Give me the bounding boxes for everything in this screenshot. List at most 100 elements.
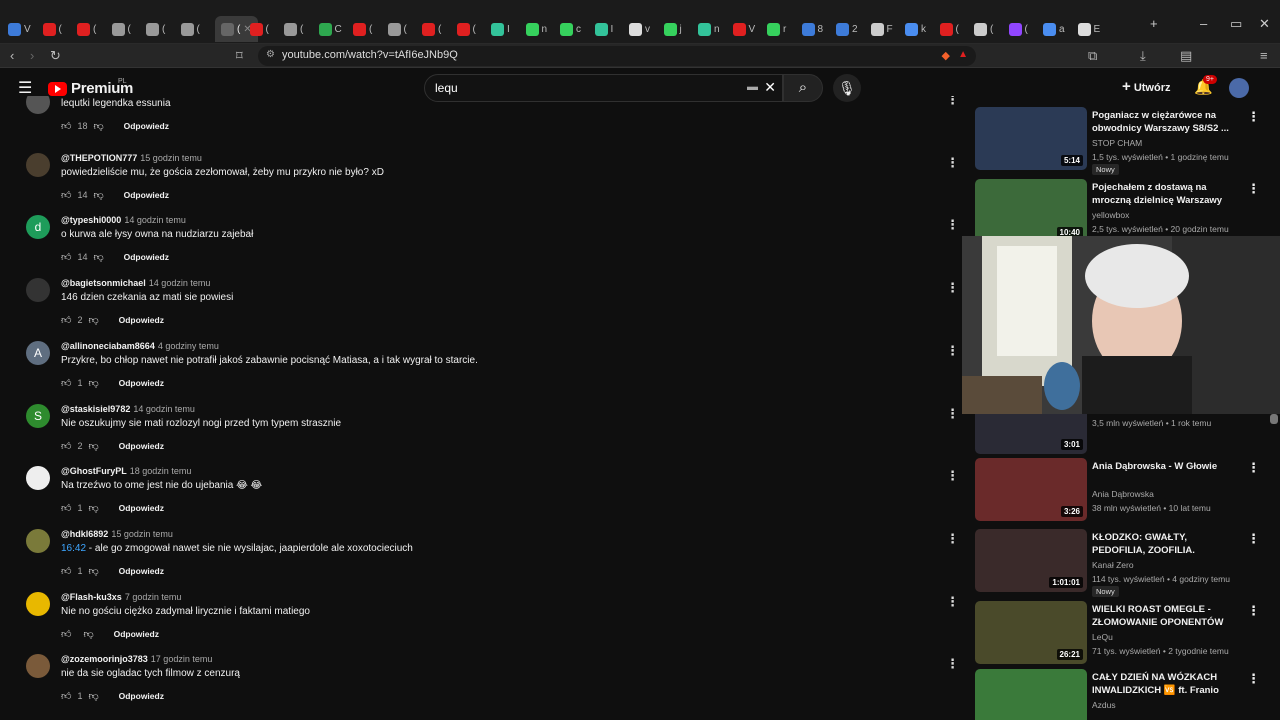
- recommended-video[interactable]: CAŁY DZIEŃ NA WÓZKACH INWALIDZKICH 🆚 ft.…: [975, 669, 1275, 720]
- comment-menu-icon[interactable]: ⋮: [946, 343, 959, 359]
- commenter-avatar[interactable]: [26, 96, 50, 114]
- new-tab-icon[interactable]: +: [1150, 16, 1158, 31]
- like-icon[interactable]: 👍︎: [61, 440, 71, 452]
- comment-menu-icon[interactable]: ⋮: [946, 96, 959, 108]
- video-thumbnail[interactable]: 1:01:01: [975, 529, 1087, 592]
- rewards-icon[interactable]: ▲: [958, 49, 968, 60]
- video-title[interactable]: KŁODZKO: GWAŁTY, PEDOFILIA, ZOOFILIA. WS…: [1092, 531, 1232, 559]
- browser-tab[interactable]: (: [422, 16, 441, 42]
- browser-tab[interactable]: F: [870, 16, 893, 42]
- comment-time[interactable]: 14 godzin temu: [133, 404, 195, 414]
- browser-tab[interactable]: V: [732, 16, 755, 42]
- dislike-icon[interactable]: 👎︎: [83, 628, 93, 640]
- sidebar-scrollbar[interactable]: [1270, 414, 1278, 424]
- browser-tab[interactable]: k: [905, 16, 926, 42]
- reply-button[interactable]: Odpowiedz: [119, 691, 164, 701]
- dislike-icon[interactable]: 👎︎: [88, 440, 98, 452]
- channel-name[interactable]: LeQu: [1092, 632, 1113, 642]
- comment-menu-icon[interactable]: ⋮: [946, 155, 959, 171]
- browser-tab[interactable]: 2: [836, 16, 858, 42]
- commenter-avatar[interactable]: d: [26, 215, 50, 240]
- like-icon[interactable]: 👍︎: [61, 120, 71, 132]
- comment-author[interactable]: @Flash-ku3xs: [61, 592, 122, 602]
- browser-tab[interactable]: I: [491, 16, 510, 42]
- minimize-icon[interactable]: –: [1200, 16, 1207, 31]
- comment-author[interactable]: @hdkl6892: [61, 529, 108, 539]
- comment-time[interactable]: 14 godzin temu: [149, 278, 211, 288]
- like-icon[interactable]: 👍︎: [61, 377, 71, 389]
- comment-menu-icon[interactable]: ⋮: [946, 406, 959, 422]
- browser-tab[interactable]: E: [1077, 16, 1100, 42]
- commenter-avatar[interactable]: [26, 152, 50, 177]
- reply-button[interactable]: Odpowiedz: [124, 190, 169, 200]
- commenter-avatar[interactable]: [26, 466, 50, 491]
- video-title[interactable]: Poganiacz w ciężarówce na obwodnicy Wars…: [1092, 109, 1232, 135]
- like-icon[interactable]: 👍︎: [61, 628, 71, 640]
- video-menu-icon[interactable]: ⋮: [1247, 603, 1260, 619]
- commenter-avatar[interactable]: [26, 278, 50, 303]
- video-menu-icon[interactable]: ⋮: [1247, 531, 1260, 547]
- downloads-icon[interactable]: ⤓: [1140, 48, 1146, 64]
- browser-tab[interactable]: C: [318, 16, 342, 42]
- comment-time[interactable]: 17 godzin temu: [151, 654, 213, 664]
- hamburger-menu-icon[interactable]: ☰: [18, 78, 32, 98]
- dislike-icon[interactable]: 👎︎: [93, 120, 103, 132]
- comment-author[interactable]: @bagietsonmichael: [61, 278, 146, 288]
- notifications-button[interactable]: 🔔 9+: [1194, 75, 1217, 96]
- like-icon[interactable]: 👍︎: [61, 502, 71, 514]
- browser-tab[interactable]: (: [284, 16, 303, 42]
- dislike-icon[interactable]: 👎︎: [88, 502, 98, 514]
- url-field[interactable]: ⚙ youtube.com/watch?v=tAfI6eJNb9Q ◆ ▲: [258, 46, 976, 66]
- comment-time[interactable]: 18 godzin temu: [130, 466, 192, 476]
- browser-tab[interactable]: c: [560, 16, 581, 42]
- back-icon[interactable]: ‹: [10, 48, 14, 63]
- browser-tab[interactable]: (: [146, 16, 165, 42]
- video-title[interactable]: CAŁY DZIEŃ NA WÓZKACH INWALIDZKICH 🆚 ft.…: [1092, 671, 1232, 697]
- browser-tab[interactable]: (: [111, 16, 131, 42]
- comment-author[interactable]: @typeshi0000: [61, 215, 121, 225]
- commenter-avatar[interactable]: A: [26, 340, 50, 365]
- video-menu-icon[interactable]: ⋮: [1247, 460, 1260, 476]
- comment-time[interactable]: 4 godziny temu: [158, 341, 219, 351]
- comment-menu-icon[interactable]: ⋮: [946, 531, 959, 547]
- commenter-avatar[interactable]: S: [26, 403, 50, 428]
- video-title[interactable]: Pojechałem z dostawą na mroczną dzielnic…: [1092, 181, 1232, 207]
- browser-tab[interactable]: V: [8, 16, 31, 42]
- browser-tab[interactable]: (: [249, 16, 269, 42]
- channel-name[interactable]: yellowbox: [1092, 210, 1129, 220]
- browser-tab[interactable]: I: [594, 16, 613, 42]
- comment-menu-icon[interactable]: ⋮: [946, 280, 959, 296]
- channel-name[interactable]: Kanał Zero: [1092, 560, 1134, 570]
- bookmark-icon[interactable]: ⌑: [236, 48, 243, 64]
- comment-time[interactable]: 7 godzin temu: [125, 592, 182, 602]
- browser-tab[interactable]: n: [525, 16, 547, 42]
- comment-author[interactable]: @staskisiel9782: [61, 404, 130, 414]
- browser-tab[interactable]: (: [1008, 16, 1028, 42]
- recommended-video[interactable]: 1:01:01 KŁODZKO: GWAŁTY, PEDOFILIA, ZOOFI…: [975, 529, 1275, 597]
- clear-search-icon[interactable]: ✕: [764, 79, 776, 96]
- sidebar-icon[interactable]: ▤: [1180, 48, 1192, 64]
- comment-time[interactable]: 14 godzin temu: [124, 215, 186, 225]
- comment-menu-icon[interactable]: ⋮: [946, 468, 959, 484]
- comment-menu-icon[interactable]: ⋮: [946, 217, 959, 233]
- like-icon[interactable]: 👍︎: [61, 565, 71, 577]
- video-menu-icon[interactable]: ⋮: [1247, 671, 1260, 687]
- brave-shield-icon[interactable]: ◆: [942, 49, 950, 62]
- close-window-icon[interactable]: ✕: [1259, 16, 1270, 32]
- video-thumbnail[interactable]: 3:26: [975, 458, 1087, 521]
- forward-icon[interactable]: ›: [30, 48, 34, 63]
- comment-time[interactable]: 15 godzin temu: [111, 529, 173, 539]
- like-icon[interactable]: 👍︎: [61, 690, 71, 702]
- comment-author[interactable]: @GhostFuryPL: [61, 466, 127, 476]
- site-info-icon[interactable]: ⚙: [266, 49, 275, 60]
- browser-tab[interactable]: j: [663, 16, 682, 42]
- reply-button[interactable]: Odpowiedz: [124, 121, 169, 131]
- menu-icon[interactable]: ≡: [1260, 48, 1268, 63]
- dislike-icon[interactable]: 👎︎: [93, 189, 103, 201]
- dislike-icon[interactable]: 👎︎: [88, 690, 98, 702]
- reply-button[interactable]: Odpowiedz: [119, 378, 164, 388]
- avatar[interactable]: [1229, 78, 1249, 98]
- dislike-icon[interactable]: 👎︎: [88, 377, 98, 389]
- reply-button[interactable]: Odpowiedz: [119, 315, 164, 325]
- commenter-avatar[interactable]: [26, 528, 50, 553]
